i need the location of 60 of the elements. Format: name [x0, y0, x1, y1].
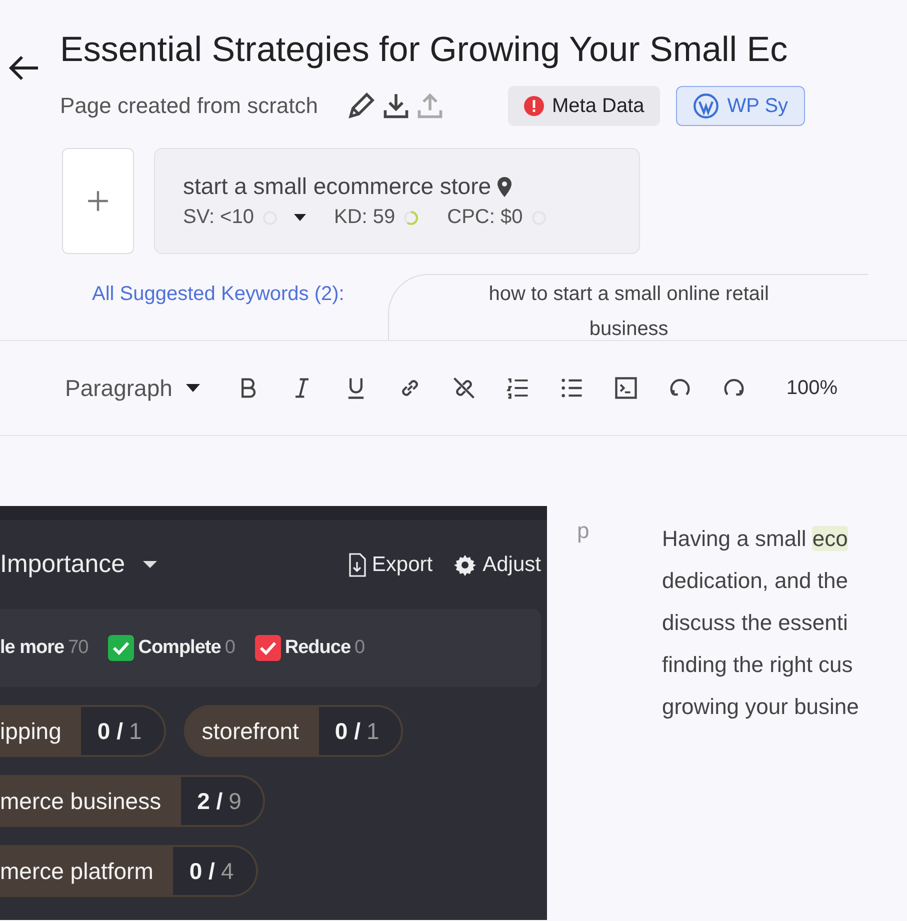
- checkbox[interactable]: [254, 635, 281, 661]
- plus-icon: [87, 190, 109, 212]
- adjust-button[interactable]: Adjust: [452, 552, 541, 576]
- paragraph-line: finding the right cus: [662, 651, 854, 679]
- meta-data-button[interactable]: Meta Data: [508, 86, 660, 126]
- target-count: 4: [220, 858, 234, 884]
- block-type-dropdown[interactable]: Paragraph: [65, 374, 200, 402]
- target-count: 9: [228, 788, 242, 814]
- metric-label: SV: <10: [183, 206, 254, 229]
- keyword-text: start a small ecommerce store: [183, 173, 492, 200]
- term-label: storefront: [186, 707, 319, 755]
- filter-label[interactable]: Complete: [138, 637, 221, 659]
- paragraph-line: growing your busine: [662, 693, 859, 721]
- target-count: 1: [128, 718, 142, 744]
- term-label: merce business: [0, 777, 182, 825]
- download-icon[interactable]: [382, 92, 410, 120]
- page-title: Essential Strategies for Growing Your Small Ec: [60, 29, 789, 71]
- alert-icon: [524, 96, 544, 116]
- suggested-keywords-link[interactable]: All Suggested Keywords (2):: [92, 283, 344, 306]
- filter-count: 70: [68, 637, 88, 659]
- block-tag: p: [577, 518, 662, 848]
- term-chip[interactable]: merce platform 0 / 4: [0, 845, 258, 897]
- filter-count: 0: [354, 637, 365, 659]
- gear-icon: [452, 552, 477, 576]
- paragraph-line: discuss the essenti: [662, 609, 849, 637]
- unlink-icon[interactable]: [451, 375, 478, 401]
- score-ring: [403, 210, 420, 226]
- code-block-icon[interactable]: [613, 375, 640, 401]
- back-arrow-icon[interactable]: [8, 54, 40, 82]
- used-count: 2 /: [197, 788, 223, 814]
- paragraph-line: dedication, and the: [662, 567, 849, 595]
- term-chip[interactable]: ipping 0 / 1: [0, 705, 166, 757]
- sort-dropdown[interactable]: Importance: [0, 550, 158, 579]
- page-subtitle: Page created from scratch: [60, 93, 318, 119]
- paragraph-line: Having a small eco: [662, 525, 849, 553]
- filter-count: 0: [224, 637, 235, 659]
- pencil-icon[interactable]: [346, 91, 376, 121]
- filter-label[interactable]: Reduce: [284, 637, 351, 659]
- checkbox[interactable]: [108, 635, 134, 661]
- used-count: 0 /: [97, 718, 123, 744]
- metric-label: KD: 59: [334, 206, 396, 229]
- caret-icon: [186, 384, 200, 392]
- filter-label[interactable]: le more: [0, 637, 64, 659]
- term-chip[interactable]: merce business 2 / 9: [0, 775, 266, 827]
- caret-icon: [143, 560, 158, 568]
- term-label: merce platform: [0, 847, 174, 895]
- location-pin-icon: [497, 176, 512, 196]
- file-download-icon: [348, 552, 366, 576]
- zoom-level[interactable]: 100%: [786, 376, 838, 400]
- target-count: 1: [366, 718, 380, 744]
- wordpress-sync-button[interactable]: WP Sy: [676, 86, 806, 126]
- suggested-keyword-chip[interactable]: how to start a small online retail business: [388, 274, 868, 340]
- wordpress-icon: [693, 93, 720, 119]
- used-count: 0 /: [189, 858, 215, 884]
- used-count: 0 /: [334, 718, 360, 744]
- export-button[interactable]: Export: [348, 552, 433, 576]
- caret-icon[interactable]: [294, 214, 306, 222]
- term-chip[interactable]: storefront 0 / 1: [184, 705, 404, 757]
- term-label: ipping: [0, 707, 82, 755]
- metric-label: CPC: $0: [447, 206, 523, 229]
